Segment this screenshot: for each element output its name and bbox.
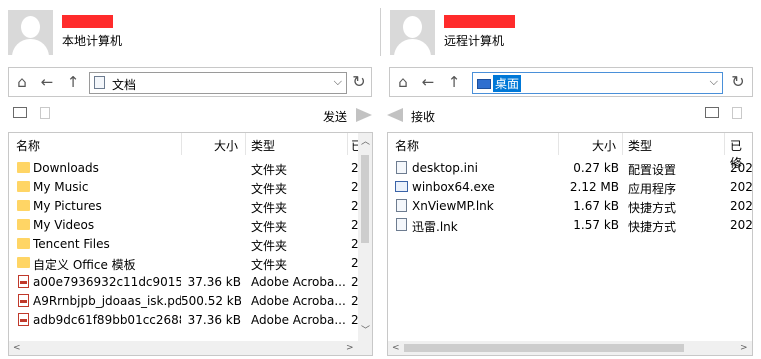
header-divider <box>380 8 381 56</box>
table-row[interactable]: A9Rrnbjpb_jdoaas_isk.pdf 500.52 kB Adobe… <box>9 292 372 311</box>
send-button-label[interactable]: 发送 <box>323 108 347 125</box>
local-column-header: 名称 大小 类型 已 <box>9 133 372 155</box>
table-row[interactable]: My Music 文件夹 2 <box>9 178 372 197</box>
up-arrow-icon[interactable]: ↑ <box>65 74 81 90</box>
scroll-up-icon[interactable]: ︿ <box>361 137 370 147</box>
column-size[interactable]: 大小 <box>592 137 616 154</box>
local-computer-label: 本地计算机 <box>62 34 123 48</box>
pdf-icon <box>18 275 29 288</box>
receive-arrow-icon[interactable] <box>387 108 403 122</box>
table-row[interactable]: XnViewMP.lnk 1.67 kB 快捷方式 2020 <box>388 197 752 216</box>
shortcut-icon <box>396 199 407 212</box>
table-row[interactable]: winbox64.exe 2.12 MB 应用程序 2021 <box>388 178 752 197</box>
delete-icon[interactable] <box>40 107 50 122</box>
table-row[interactable]: 自定义 Office 模板 文件夹 2 <box>9 254 372 273</box>
receive-button-label[interactable]: 接收 <box>411 108 435 125</box>
table-row[interactable]: Tencent Files 文件夹 2 <box>9 235 372 254</box>
local-path-toolbar: ⌂ ← ↑ 文档 ⌵ ↻ <box>8 67 372 97</box>
folder-icon <box>17 181 30 192</box>
local-user-redacted <box>62 15 113 28</box>
column-size[interactable]: 大小 <box>214 137 238 154</box>
folder-icon <box>17 219 30 230</box>
up-arrow-icon[interactable]: ↑ <box>446 74 462 90</box>
home-icon[interactable]: ⌂ <box>14 74 30 90</box>
local-horizontal-scrollbar[interactable]: < > <box>9 341 372 355</box>
exe-file-icon <box>395 181 408 192</box>
remote-avatar <box>390 10 435 55</box>
chevron-down-icon[interactable]: ⌵ <box>334 75 342 89</box>
desktop-icon <box>477 79 491 89</box>
remote-path-toolbar: ⌂ ← ↑ 桌面 ⌵ ↻ <box>389 67 753 97</box>
column-type[interactable]: 类型 <box>251 137 275 154</box>
table-row[interactable]: My Videos 文件夹 2 <box>9 216 372 235</box>
shortcut-icon <box>396 218 407 231</box>
scroll-thumb[interactable] <box>404 344 684 352</box>
refresh-icon[interactable]: ↻ <box>351 74 367 90</box>
table-row[interactable]: desktop.ini 0.27 kB 配置设置 2021 <box>388 159 752 178</box>
scroll-left-icon[interactable]: < <box>392 343 400 353</box>
scroll-right-icon[interactable]: > <box>740 343 748 353</box>
scroll-thumb[interactable] <box>361 155 369 243</box>
remote-file-list[interactable]: 名称 大小 类型 已修 desktop.ini 0.27 kB 配置设置 202… <box>387 132 753 356</box>
remote-user-redacted <box>444 15 515 28</box>
chevron-down-icon[interactable]: ⌵ <box>710 75 718 89</box>
delete-icon[interactable] <box>732 107 742 122</box>
new-folder-icon[interactable] <box>13 107 27 121</box>
column-name[interactable]: 名称 <box>16 137 40 154</box>
refresh-icon[interactable]: ↻ <box>730 74 746 90</box>
local-path-text: 文档 <box>112 78 137 92</box>
folder-icon <box>17 162 30 173</box>
remote-path-text: 桌面 <box>493 75 522 92</box>
local-vertical-scrollbar[interactable]: ︿ ﹀ <box>358 133 372 341</box>
remote-horizontal-scrollbar[interactable]: < > <box>388 341 752 355</box>
back-arrow-icon[interactable]: ← <box>39 74 55 90</box>
local-avatar <box>8 10 53 55</box>
folder-icon <box>17 200 30 211</box>
table-row[interactable]: a00e7936932c11dc901553... 37.36 kB Adobe… <box>9 273 372 292</box>
send-arrow-icon[interactable] <box>356 108 372 122</box>
folder-icon <box>17 238 30 249</box>
column-type[interactable]: 类型 <box>628 137 652 154</box>
remote-column-header: 名称 大小 类型 已修 <box>388 133 752 170</box>
home-icon[interactable]: ⌂ <box>395 74 411 90</box>
local-file-list[interactable]: 名称 大小 类型 已 Downloads 文件夹 2 My Music 文件夹 … <box>8 132 373 356</box>
pdf-icon <box>18 294 29 307</box>
table-row[interactable]: My Pictures 文件夹 2 <box>9 197 372 216</box>
pdf-icon <box>18 313 29 326</box>
back-arrow-icon[interactable]: ← <box>420 74 436 90</box>
table-row[interactable]: Downloads 文件夹 2 <box>9 159 372 178</box>
remote-path-box[interactable]: 桌面 ⌵ <box>472 72 723 94</box>
document-icon <box>94 76 105 89</box>
settings-file-icon <box>396 161 407 174</box>
new-folder-icon[interactable] <box>705 107 719 121</box>
table-row[interactable]: 迅雷.lnk 1.57 kB 快捷方式 2021 <box>388 216 752 235</box>
scroll-left-icon[interactable]: < <box>13 343 21 353</box>
local-path-box[interactable]: 文档 ⌵ <box>89 72 347 94</box>
table-row[interactable]: adb9dc61f89bb01cc26889... 37.36 kB Adobe… <box>9 311 372 330</box>
scroll-down-icon[interactable]: ﹀ <box>361 326 370 336</box>
folder-icon <box>17 257 30 268</box>
scroll-right-icon[interactable]: > <box>346 343 354 353</box>
remote-computer-label: 远程计算机 <box>444 34 505 48</box>
column-name[interactable]: 名称 <box>395 137 419 154</box>
